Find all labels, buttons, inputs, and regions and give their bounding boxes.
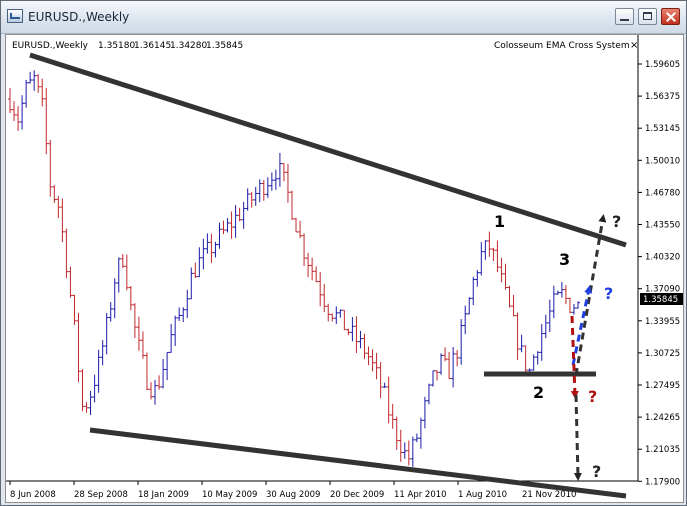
time-tick-label: 10 May 2009: [202, 490, 257, 500]
price-tick-label: 1.21035: [645, 445, 680, 455]
candles-group: [8, 70, 580, 467]
time-tick-label: 18 Jan 2009: [138, 490, 189, 500]
minimize-button[interactable]: [615, 8, 634, 25]
time-tick-label: 1 Aug 2010: [458, 490, 507, 500]
chart-canvas[interactable]: 1.59605 1.56375 1.53145 1.50010 1.46780 1.435…: [6, 35, 683, 502]
price-tick-label: 1.56375: [645, 92, 680, 102]
time-axis: 8 Jun 2008 28 Sep 2008 18 Jan 2009 10 May 2…: [9, 481, 576, 500]
question-top: ?: [612, 212, 621, 231]
ohlc-close: 1.35845: [206, 41, 243, 51]
lower-trendline[interactable]: [89, 427, 627, 499]
ohlc-high: 1.36145: [134, 41, 171, 51]
red-down-arrow: [570, 315, 579, 399]
up-target-arrow: [574, 214, 607, 376]
price-chart[interactable]: 1.59605 1.56375 1.53145 1.50010 1.46780 1.435…: [5, 34, 684, 503]
time-tick-label: 28 Sep 2008: [74, 490, 128, 500]
ohlc-open: 1.35180: [98, 41, 135, 51]
time-tick-label: 21 Nov 2010: [522, 490, 576, 500]
indicator-close-icon[interactable]: ×: [630, 40, 638, 51]
price-tick-label: 1.24265: [645, 413, 680, 423]
price-tick-label: 1.43550: [645, 221, 680, 231]
price-tick-label: 1.59605: [645, 60, 680, 70]
price-axis: 1.59605 1.56375 1.53145 1.50010 1.46780 1.435…: [638, 60, 680, 487]
price-tick-label: 1.50010: [645, 156, 680, 166]
title-bar[interactable]: EURUSD.,Weekly: [1, 1, 686, 34]
question-blue: ?: [604, 284, 613, 303]
window-title: EURUSD.,Weekly: [28, 10, 130, 24]
time-tick-label: 20 Dec 2009: [330, 490, 384, 500]
upper-trendline[interactable]: [29, 52, 627, 248]
time-tick-label: 8 Jun 2008: [10, 490, 56, 500]
time-tick-label: 11 Apr 2010: [394, 490, 447, 500]
chart-window-icon: [7, 9, 23, 23]
ohlc-low: 1.34280: [170, 41, 207, 51]
price-tick-label: 1.30725: [645, 349, 680, 359]
current-price-label: 1.35845: [643, 295, 678, 305]
indicator-name: Colosseum EMA Cross System: [494, 41, 630, 51]
point-1-label: 1: [494, 212, 505, 231]
question-bottom: ?: [592, 462, 601, 481]
close-button[interactable]: [661, 8, 680, 25]
point-3-label: 3: [559, 250, 570, 269]
maximize-button[interactable]: [638, 8, 657, 25]
point-2-label: 2: [533, 383, 544, 402]
app-window: EURUSD.,Weekly 1.59605 1.56375 1.53145 1.50…: [0, 0, 687, 506]
price-tick-label: 1.40320: [645, 253, 680, 263]
price-tick-label: 1.46780: [645, 188, 680, 198]
price-tick-label: 1.17900: [645, 477, 680, 487]
time-tick-label: 30 Aug 2009: [266, 490, 320, 500]
chart-symbol-label: EURUSD.,Weekly: [12, 41, 89, 51]
price-tick-label: 1.53145: [645, 124, 680, 134]
price-tick-label: 1.27495: [645, 381, 680, 391]
down-target-arrow: [573, 394, 582, 481]
price-tick-label: 1.33955: [645, 317, 680, 327]
question-red: ?: [588, 387, 597, 406]
blue-up-arrow: [571, 285, 593, 366]
